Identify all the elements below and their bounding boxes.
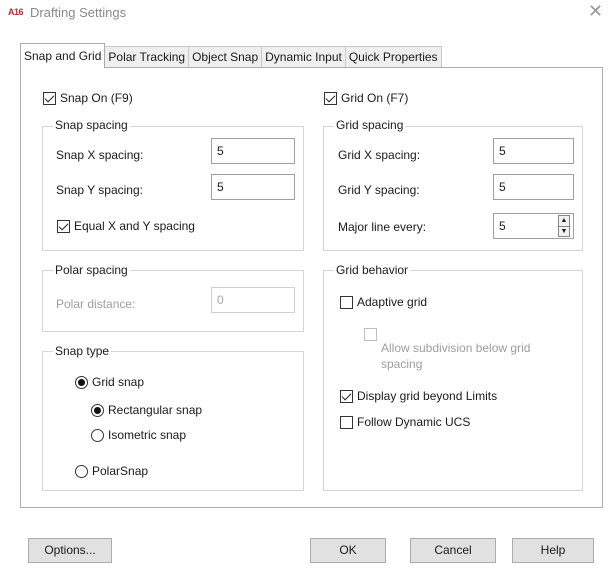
spin-up-icon[interactable]: ▲ bbox=[559, 216, 569, 226]
polar-spacing-legend: Polar spacing bbox=[53, 263, 130, 277]
grid-y-spacing-input[interactable]: 5 bbox=[493, 174, 574, 200]
grid-x-spacing-input[interactable]: 5 bbox=[493, 138, 574, 164]
polar-distance-input: 0 bbox=[211, 287, 295, 313]
isometric-snap-radio[interactable]: Isometric snap bbox=[91, 428, 186, 443]
grid-snap-radio-icon[interactable] bbox=[75, 376, 88, 389]
polarsnap-radio[interactable]: PolarSnap bbox=[75, 464, 148, 479]
adaptive-grid-check-icon[interactable] bbox=[340, 296, 353, 309]
snap-spacing-legend: Snap spacing bbox=[53, 118, 130, 132]
ok-button[interactable]: OK bbox=[310, 538, 386, 563]
equal-xy-spacing-checkbox[interactable]: Equal X and Y spacing bbox=[57, 219, 195, 234]
grid-snap-label: Grid snap bbox=[92, 375, 145, 389]
tab-strip: Snap and Grid Polar Tracking Object Snap… bbox=[20, 43, 442, 68]
spin-down-icon[interactable]: ▼ bbox=[559, 225, 569, 237]
tab-polar-tracking[interactable]: Polar Tracking bbox=[104, 46, 190, 68]
adaptive-grid-checkbox[interactable]: Adaptive grid bbox=[340, 295, 427, 310]
snap-y-spacing-input[interactable]: 5 bbox=[211, 174, 295, 200]
close-icon[interactable]: ✕ bbox=[588, 1, 603, 21]
follow-dynamic-ucs-check-icon[interactable] bbox=[340, 416, 353, 429]
snap-x-spacing-label: Snap X spacing: bbox=[56, 148, 144, 162]
display-beyond-limits-checkbox[interactable]: Display grid beyond Limits bbox=[340, 389, 497, 404]
equal-xy-check-icon[interactable] bbox=[57, 220, 70, 233]
major-line-spinner[interactable]: ▲ ▼ bbox=[558, 215, 570, 237]
rectangular-snap-radio[interactable]: Rectangular snap bbox=[91, 403, 202, 418]
allow-subdivision-label-line2: spacing bbox=[381, 357, 423, 372]
rectangular-snap-radio-icon[interactable] bbox=[91, 404, 104, 417]
follow-dynamic-ucs-label: Follow Dynamic UCS bbox=[357, 415, 471, 429]
grid-behavior-legend: Grid behavior bbox=[334, 263, 411, 277]
isometric-snap-label: Isometric snap bbox=[108, 428, 187, 442]
options-button[interactable]: Options... bbox=[28, 538, 112, 563]
grid-on-check-icon[interactable] bbox=[324, 92, 337, 105]
cancel-button[interactable]: Cancel bbox=[410, 538, 496, 563]
tab-quick-properties[interactable]: Quick Properties bbox=[344, 46, 442, 68]
grid-snap-radio[interactable]: Grid snap bbox=[75, 375, 144, 390]
major-line-every-label: Major line every: bbox=[338, 220, 427, 234]
grid-y-spacing-label: Grid Y spacing: bbox=[338, 183, 420, 197]
allow-subdivision-check-icon bbox=[364, 328, 377, 342]
snap-x-spacing-input[interactable]: 5 bbox=[211, 138, 295, 164]
snap-y-spacing-label: Snap Y spacing: bbox=[56, 183, 143, 197]
help-button[interactable]: Help bbox=[512, 538, 594, 563]
snap-type-legend: Snap type bbox=[53, 344, 112, 358]
adaptive-grid-label: Adaptive grid bbox=[357, 295, 428, 309]
equal-xy-spacing-label: Equal X and Y spacing bbox=[74, 219, 195, 233]
tab-object-snap[interactable]: Object Snap bbox=[188, 46, 263, 68]
grid-on-checkbox[interactable]: Grid On (F7) bbox=[324, 91, 408, 106]
snap-on-label: Snap On (F9) bbox=[60, 91, 133, 105]
polarsnap-radio-icon[interactable] bbox=[75, 465, 88, 478]
display-beyond-limits-label: Display grid beyond Limits bbox=[357, 389, 498, 403]
isometric-snap-radio-icon[interactable] bbox=[91, 429, 104, 442]
autocad-app-icon: A16 bbox=[8, 7, 24, 17]
grid-x-spacing-label: Grid X spacing: bbox=[338, 148, 421, 162]
major-line-every-value: 5 bbox=[499, 219, 506, 233]
grid-spacing-legend: Grid spacing bbox=[334, 118, 406, 132]
window-title: Drafting Settings bbox=[30, 5, 127, 20]
snap-on-check-icon[interactable] bbox=[43, 92, 56, 105]
polar-distance-label: Polar distance: bbox=[56, 297, 136, 311]
snap-on-checkbox[interactable]: Snap On (F9) bbox=[43, 91, 133, 106]
allow-subdivision-label-line1: Allow subdivision below grid bbox=[381, 341, 531, 356]
rectangular-snap-label: Rectangular snap bbox=[108, 403, 203, 417]
tab-snap-and-grid[interactable]: Snap and Grid bbox=[20, 43, 106, 68]
follow-dynamic-ucs-checkbox[interactable]: Follow Dynamic UCS bbox=[340, 415, 470, 430]
polarsnap-label: PolarSnap bbox=[92, 464, 149, 478]
tab-dynamic-input[interactable]: Dynamic Input bbox=[261, 46, 346, 68]
allow-subdivision-checkbox: Allow subdivision below grid spacing bbox=[364, 326, 564, 372]
display-beyond-limits-check-icon[interactable] bbox=[340, 390, 353, 403]
grid-on-label: Grid On (F7) bbox=[341, 91, 409, 105]
